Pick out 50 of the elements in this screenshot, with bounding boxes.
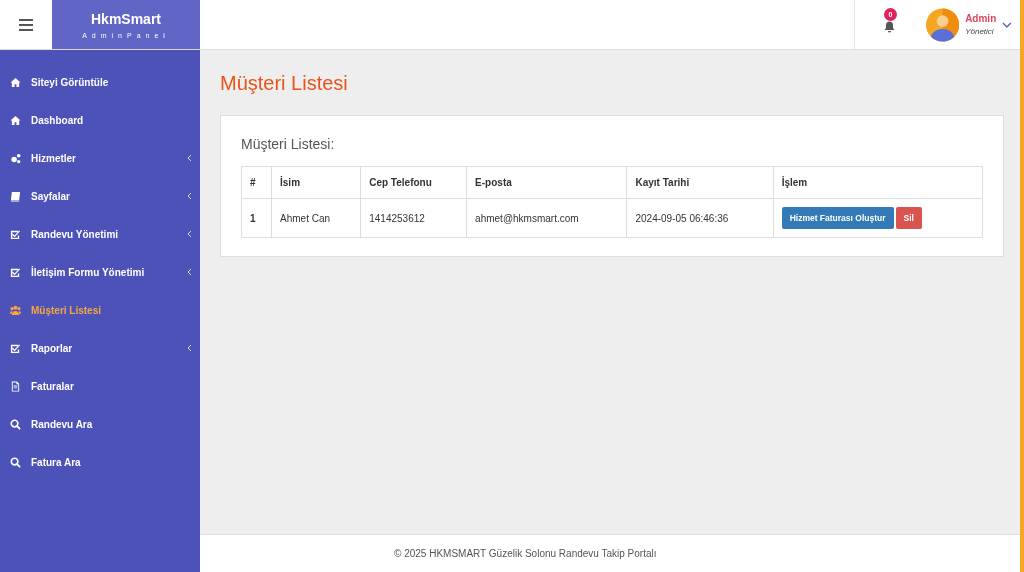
users-icon (10, 304, 21, 316)
table-cell: 2024-09-05 06:46:36 (626, 198, 774, 238)
search-icon (10, 418, 21, 430)
chevron-left-icon (187, 268, 192, 276)
user-name[interactable]: Admin (965, 13, 997, 24)
scrollbar[interactable] (1020, 0, 1024, 572)
sidebar-item[interactable]: İletişim Formu Yönetimi (0, 253, 200, 291)
sidebar-item[interactable]: Fatura Ara (0, 443, 200, 481)
search-icon (10, 456, 21, 468)
chevron-down-icon[interactable] (1002, 21, 1012, 28)
sidebar-item[interactable]: Faturalar (0, 367, 200, 405)
footer-text: © 2025 HKMSMART Güzelik Solonu Randevu Takip Portalı (394, 548, 657, 559)
column-header: İşlem (773, 166, 983, 199)
column-header: # (241, 166, 272, 199)
table-cell: ahmet@hkmsmart.com (466, 198, 627, 238)
home-icon (10, 76, 21, 88)
brand-title: HkmSmart (91, 10, 161, 27)
chevron-left-icon (187, 154, 192, 162)
sidebar-item[interactable]: Randevu Ara (0, 405, 200, 443)
book-icon (10, 190, 21, 202)
delete-button[interactable]: Sil (895, 207, 922, 229)
chevron-left-icon (187, 344, 192, 352)
home-icon (10, 114, 21, 126)
column-header: Kayıt Tarihi (626, 166, 774, 199)
sidebar-item[interactable]: Siteyi Görüntüle (0, 63, 200, 101)
column-header: Cep Telefonu (360, 166, 467, 199)
sidebar-item[interactable]: Randevu Yönetimi (0, 215, 200, 253)
column-header: İsim (271, 166, 361, 199)
document-icon (10, 380, 21, 392)
chevron-left-icon (187, 192, 192, 200)
card-title: Müşteri Listesi: (241, 136, 336, 152)
bell-icon[interactable] (884, 20, 895, 33)
sidebar-item[interactable]: Hizmetler (0, 139, 200, 177)
checkbox-icon (10, 342, 21, 354)
sidebar-item[interactable]: Müşteri Listesi (0, 291, 200, 329)
invoice-button[interactable]: Hizmet Faturası Oluştur (781, 207, 894, 229)
chevron-left-icon (187, 230, 192, 238)
page-title: Müşteri Listesi (220, 72, 349, 95)
table-cell: 1414253612 (360, 198, 467, 238)
sidebar-item[interactable]: Raporlar (0, 329, 200, 367)
sidebar-item[interactable]: Sayfalar (0, 177, 200, 215)
table-cell: Ahmet Can (271, 198, 361, 238)
checkbox-icon (10, 266, 21, 278)
avatar-icon[interactable] (926, 7, 960, 42)
checkbox-icon (10, 228, 21, 240)
column-header: E-posta (466, 166, 627, 199)
table-cell: 1 (241, 198, 272, 238)
user-role: Yönetici (965, 27, 995, 36)
sidebar-item[interactable]: Dashboard (0, 101, 200, 139)
menu-icon (19, 18, 33, 31)
